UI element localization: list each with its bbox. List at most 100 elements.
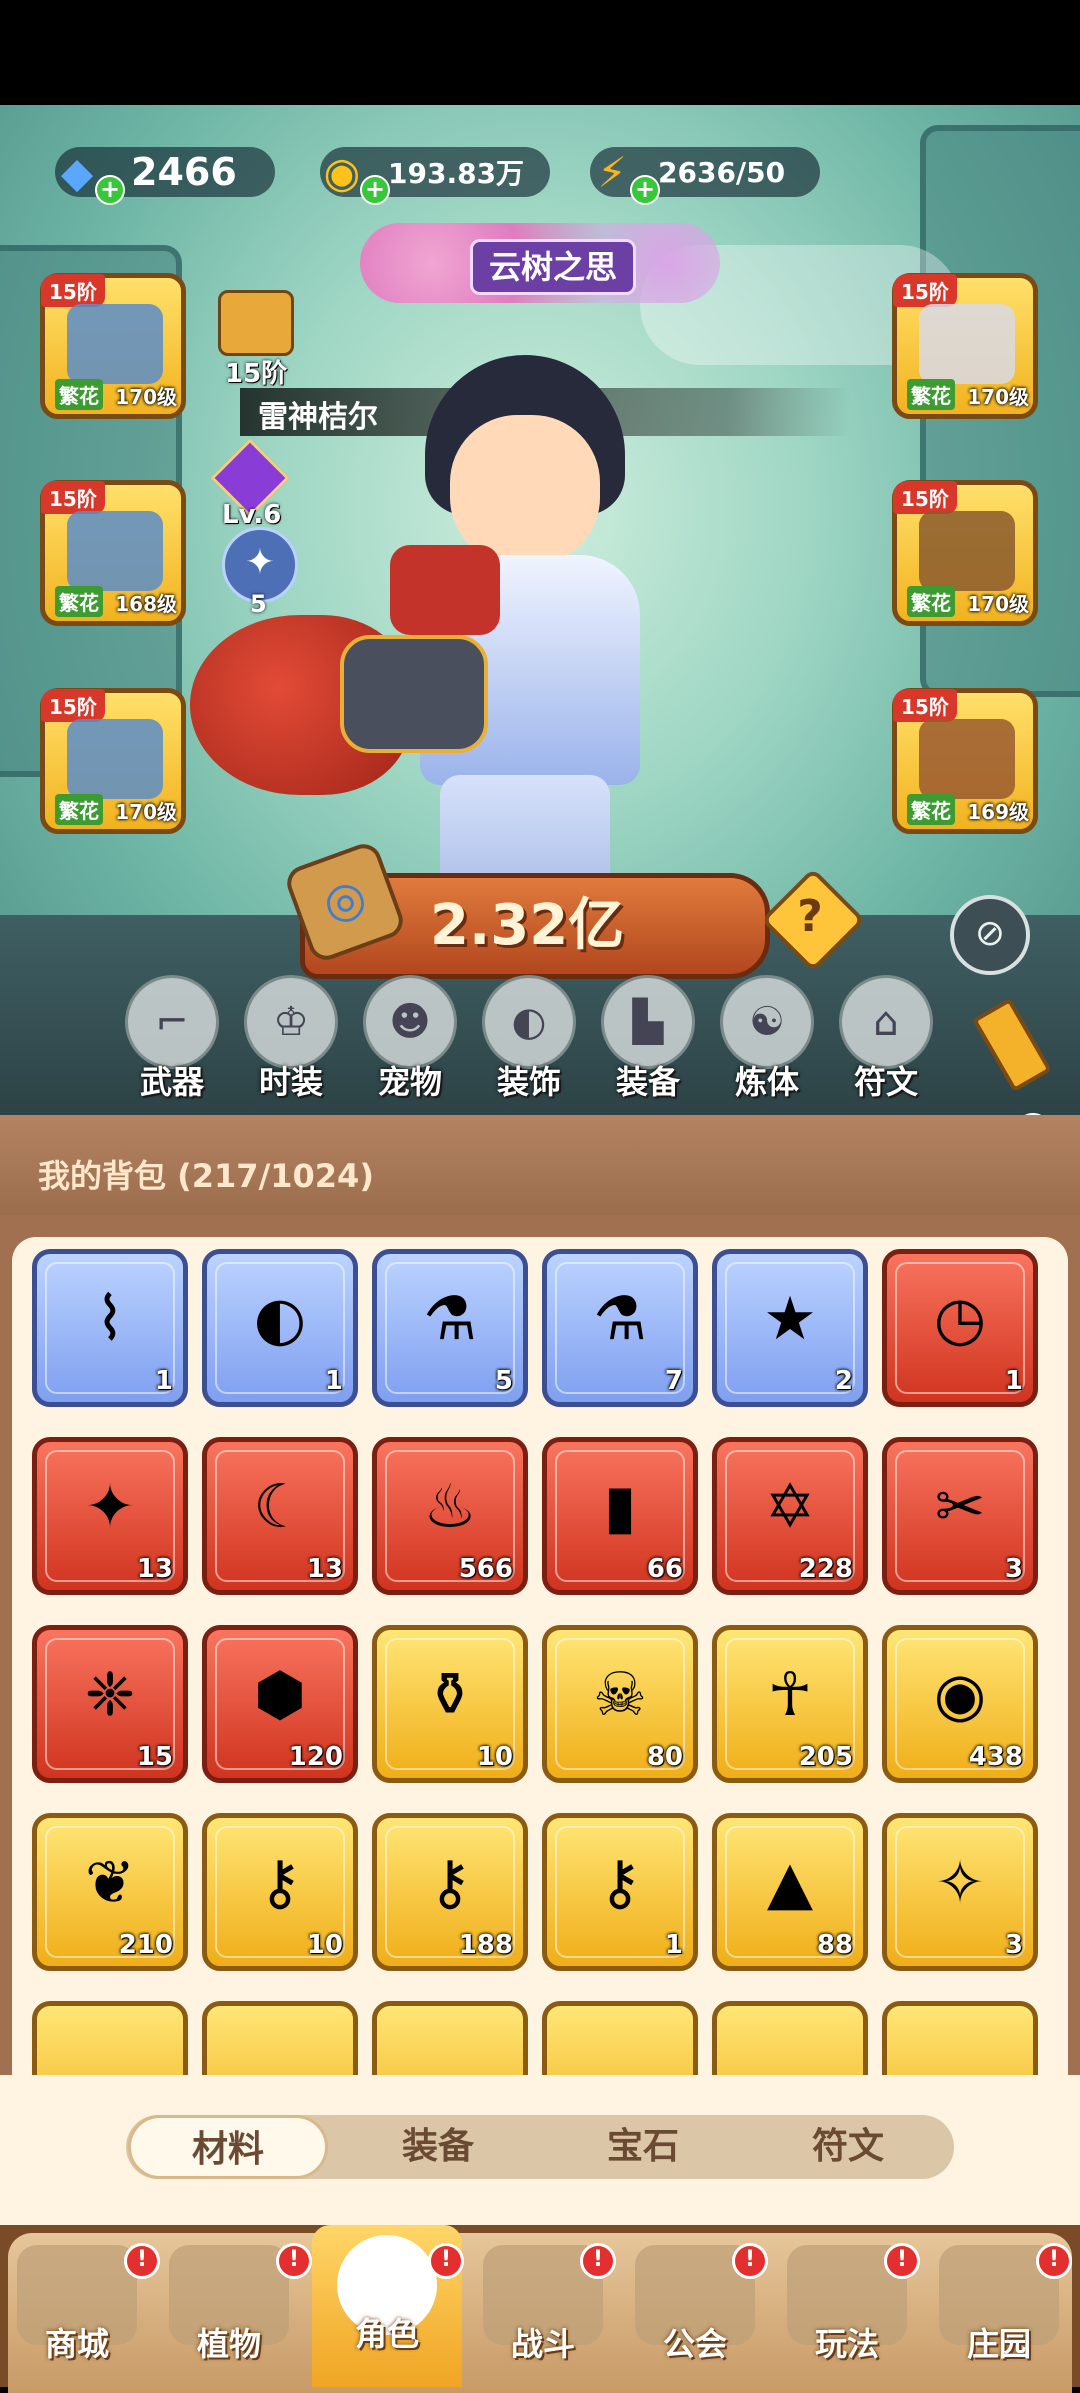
add-gems-icon[interactable]: + <box>95 175 125 205</box>
equip-level: 170级 <box>115 800 177 824</box>
mask-icon: ◐ <box>253 1284 307 1354</box>
tab-decoration[interactable]: ◐ 装饰 <box>481 975 577 1103</box>
hide-ui-button[interactable]: ⊘ <box>950 895 1030 975</box>
equip-slot-belt[interactable]: 15阶 繁花 170级 <box>892 480 1038 626</box>
weapon-cannon <box>340 635 488 753</box>
equip-slot-pants[interactable]: 15阶 繁花 170级 <box>40 688 186 834</box>
bag-item[interactable]: ☠ 80 <box>542 1625 698 1783</box>
bag-item[interactable]: ⚱ 10 <box>372 1625 528 1783</box>
equip-tag: 繁花 <box>55 379 103 410</box>
knot-icon: ❈ <box>84 1660 136 1730</box>
bag-item[interactable]: ☾ 13 <box>202 1437 358 1595</box>
bag-item[interactable]: ☥ 205 <box>712 1625 868 1783</box>
ornate-key-icon: ⚷ <box>428 1848 472 1918</box>
item-count: 1 <box>664 1930 683 1960</box>
moon-star-icon: ☾ <box>253 1472 307 1542</box>
tab-label: 炼体 <box>734 1063 799 1101</box>
item-count: 3 <box>1004 1554 1023 1584</box>
nav-label: 植物 <box>196 2325 261 2363</box>
bag-item[interactable]: ◐ 1 <box>202 1249 358 1407</box>
event-banner[interactable]: 云树之思 <box>360 223 720 303</box>
gold-flask-icon: ⚱ <box>424 1660 476 1730</box>
bag-item-partial[interactable] <box>202 2001 358 2077</box>
hero-face <box>450 415 600 565</box>
tab-label: 符文 <box>853 1063 918 1101</box>
item-count: 205 <box>798 1742 853 1772</box>
tab-label: 宠物 <box>377 1063 442 1101</box>
bag-item[interactable]: ⚗ 5 <box>372 1249 528 1407</box>
flute-icon: ⌇ <box>95 1284 125 1354</box>
bag-item-partial[interactable] <box>882 2001 1038 2077</box>
bag-item-partial[interactable] <box>32 2001 188 2077</box>
equip-tag: 繁花 <box>907 586 955 617</box>
item-count: 5 <box>494 1366 513 1396</box>
item-count: 66 <box>646 1554 683 1584</box>
bag-item[interactable]: ◉ 438 <box>882 1625 1038 1783</box>
bottom-nav: 商城 植物 角色 战斗 公会 玩法 庄园 ! ! ! ! ! ! ! <box>0 2225 1080 2393</box>
banner-title: 云树之思 <box>470 239 636 295</box>
bag-item[interactable]: ⚷ 188 <box>372 1813 528 1971</box>
tab-equipment[interactable]: ▙ 装备 <box>600 975 696 1103</box>
bag-item[interactable]: ⬢ 120 <box>202 1625 358 1783</box>
rune-icon: ⌂ <box>839 975 933 1069</box>
muscle-icon: ☯ <box>720 975 814 1069</box>
item-count: 10 <box>306 1930 343 1960</box>
item-count: 120 <box>288 1742 343 1772</box>
nav-label: 战斗 <box>510 2325 575 2363</box>
tab-body-refine[interactable]: ☯ 炼体 <box>719 975 815 1103</box>
equip-slot-boots[interactable]: 15阶 繁花 169级 <box>892 688 1038 834</box>
add-energy-icon[interactable]: + <box>630 175 660 205</box>
boots-icon <box>919 719 1015 799</box>
bag-item[interactable]: ✧ 3 <box>882 1813 1038 1971</box>
bag-item[interactable]: ✡ 228 <box>712 1437 868 1595</box>
bag-tab-equipment[interactable]: 装备 <box>338 2115 538 2179</box>
item-count: 210 <box>118 1930 173 1960</box>
bag-item[interactable]: ❈ 15 <box>32 1625 188 1783</box>
belt-icon <box>919 511 1015 591</box>
bag-title: 我的背包 (217/1024) <box>38 1157 374 1195</box>
bag-grid-container[interactable]: ⌇ 1 ◐ 1 ⚗ 5 ⚗ 7 ★ 2 ◷ 1 ✦ 13 ☾ 13 ♨ 566 ▮ 66 ✡ 228 ✂ 3 ❈ 15 ⬢ 120 ⚱ 1… <box>0 1215 1080 2077</box>
mask-icon: ◐ <box>482 975 576 1069</box>
ruby-key-icon: ⚷ <box>258 1848 302 1918</box>
equip-level: 170级 <box>967 592 1029 616</box>
bag-item-partial[interactable] <box>712 2001 868 2077</box>
tab-fashion[interactable]: ♔ 时装 <box>243 975 339 1103</box>
bag-item-partial[interactable] <box>372 2001 528 2077</box>
bag-tab-materials[interactable]: 材料 <box>128 2115 328 2179</box>
tab-rune[interactable]: ⌂ 符文 <box>838 975 934 1103</box>
tab-pet[interactable]: ☻ 宠物 <box>362 975 458 1103</box>
cube-cluster-icon: ⬢ <box>253 1660 307 1730</box>
gems-counter[interactable]: ◆ + 2466 <box>55 147 275 205</box>
gold-value: 193.83万 <box>388 157 525 190</box>
tab-weapon[interactable]: ⌐ 武器 <box>124 975 220 1103</box>
bag-item[interactable]: ⚷ 1 <box>542 1813 698 1971</box>
bag-item[interactable]: ✂ 3 <box>882 1437 1038 1595</box>
bag-item[interactable]: ⚗ 7 <box>542 1249 698 1407</box>
energy-counter[interactable]: ⚡ + 2636/50 <box>590 147 820 205</box>
star-count: 5 <box>250 590 267 618</box>
bag-item[interactable]: ▮ 66 <box>542 1437 698 1595</box>
alert-badge: ! <box>580 2243 616 2279</box>
bag-item[interactable]: ★ 2 <box>712 1249 868 1407</box>
bag-item[interactable]: ⚷ 10 <box>202 1813 358 1971</box>
equip-slot-gloves[interactable]: 15阶 繁花 168级 <box>40 480 186 626</box>
alert-badge: ! <box>428 2243 464 2279</box>
bag-item[interactable]: ❦ 210 <box>32 1813 188 1971</box>
bag-item[interactable]: ⌇ 1 <box>32 1249 188 1407</box>
bag-item[interactable]: ▲ 88 <box>712 1813 868 1971</box>
bag-tab-runes[interactable]: 符文 <box>748 2115 948 2179</box>
add-gold-icon[interactable]: + <box>360 175 390 205</box>
equip-slot-hat[interactable]: 15阶 繁花 170级 <box>40 273 186 419</box>
bag-item-partial[interactable] <box>542 2001 698 2077</box>
gold-counter[interactable]: ◉ + 193.83万 <box>320 147 550 205</box>
bag-item[interactable]: ♨ 566 <box>372 1437 528 1595</box>
equip-stage: 15阶 <box>41 481 105 514</box>
item-count: 13 <box>306 1554 343 1584</box>
nav-label: 角色 <box>354 2315 419 2353</box>
equip-slot-armor[interactable]: 15阶 繁花 170级 <box>892 273 1038 419</box>
bag-item[interactable]: ✦ 13 <box>32 1437 188 1595</box>
character-stage: 15阶 <box>225 359 288 389</box>
ankh-icon: ☥ <box>767 1660 813 1730</box>
bag-tab-gems[interactable]: 宝石 <box>543 2115 743 2179</box>
bag-item[interactable]: ◷ 1 <box>882 1249 1038 1407</box>
